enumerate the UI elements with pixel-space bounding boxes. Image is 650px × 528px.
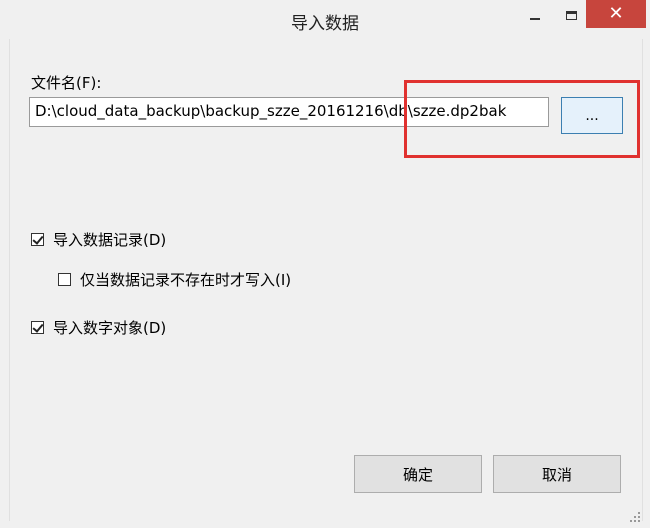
- import-records-option[interactable]: 导入数据记录(D): [31, 229, 166, 250]
- close-icon: ✕: [608, 3, 624, 24]
- filename-label: 文件名(F):: [31, 74, 102, 92]
- browse-button[interactable]: ...: [561, 97, 623, 134]
- minimize-button[interactable]: [520, 0, 550, 30]
- ok-button[interactable]: 确定: [354, 455, 482, 493]
- check-icon: [32, 321, 44, 333]
- window-border-left: [0, 38, 9, 528]
- import-digital-objects-option[interactable]: 导入数字对象(D): [31, 317, 166, 338]
- resize-grip-icon[interactable]: [628, 510, 642, 524]
- filename-input[interactable]: D:\cloud_data_backup\backup_szze_2016121…: [29, 97, 549, 127]
- write-if-not-exists-checkbox[interactable]: [58, 273, 71, 286]
- import-records-label: 导入数据记录(D): [53, 231, 167, 249]
- close-button[interactable]: ✕: [586, 0, 646, 28]
- write-if-not-exists-option[interactable]: 仅当数据记录不存在时才写入(I): [58, 269, 291, 290]
- cancel-button[interactable]: 取消: [493, 455, 621, 493]
- import-digital-objects-label: 导入数字对象(D): [53, 319, 167, 337]
- title-bar[interactable]: 导入数据 ✕: [0, 0, 650, 38]
- import-digital-objects-checkbox[interactable]: [31, 321, 44, 334]
- window-border-bottom: [0, 521, 650, 528]
- import-records-checkbox[interactable]: [31, 233, 44, 246]
- write-if-not-exists-label: 仅当数据记录不存在时才写入(I): [80, 271, 292, 289]
- maximize-button[interactable]: [556, 0, 586, 30]
- minimize-icon: [530, 18, 540, 20]
- maximize-icon: [565, 10, 577, 20]
- check-icon: [32, 233, 44, 245]
- dialog-window: 导入数据 ✕ 文件名(F): D:\cloud_data_backup\back…: [0, 0, 650, 528]
- window-title: 导入数据: [291, 14, 359, 34]
